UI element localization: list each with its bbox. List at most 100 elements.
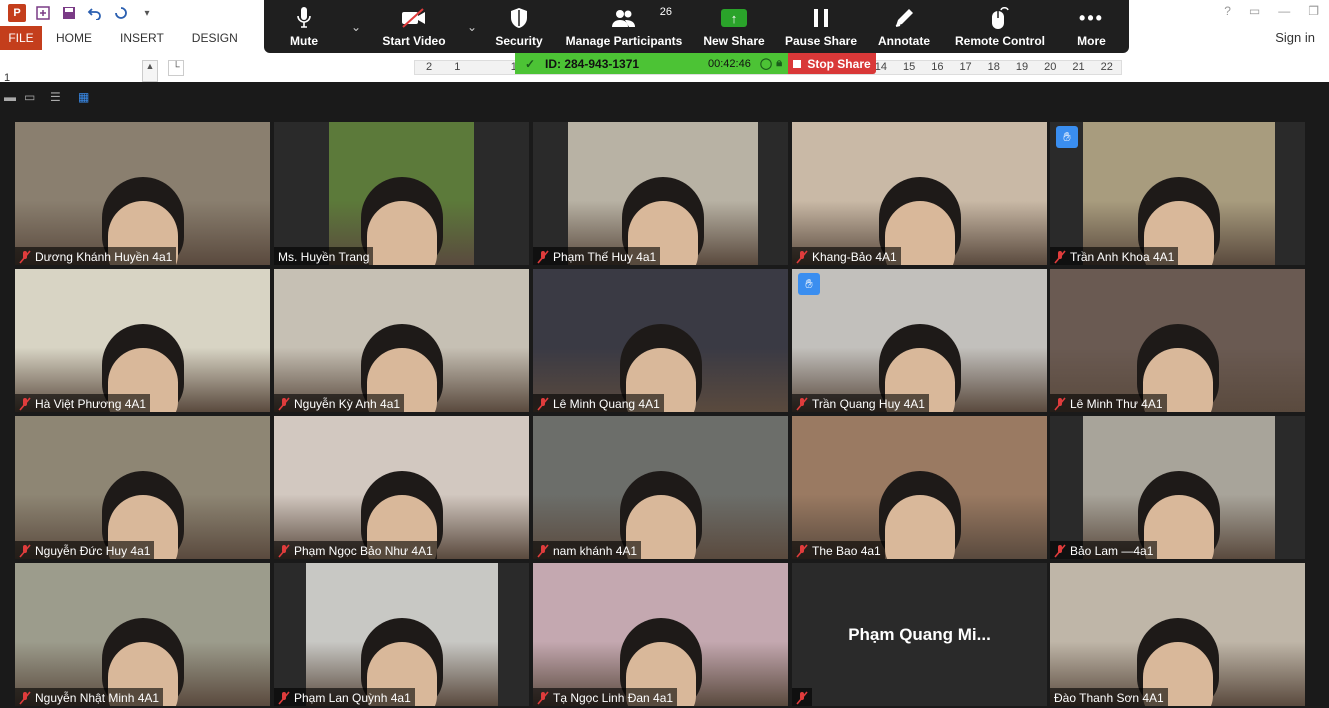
stop-share-label: Stop Share bbox=[807, 56, 871, 71]
raise-hand-icon: ✋︎ bbox=[1056, 126, 1078, 148]
chevron-down-icon[interactable]: ⌄ bbox=[344, 0, 368, 53]
more-button[interactable]: ••• More bbox=[1060, 0, 1123, 53]
participant-tile[interactable]: Dương Khánh Huyền 4a1 bbox=[15, 122, 270, 265]
ruler-mark: 21 bbox=[1072, 61, 1085, 73]
new-share-button[interactable]: ↑ New Share bbox=[694, 0, 774, 53]
participant-name: Phạm Ngọc Bảo Như 4A1 bbox=[294, 544, 433, 558]
mouse-icon bbox=[989, 5, 1011, 31]
tab-insert[interactable]: INSERT bbox=[106, 26, 178, 50]
participant-tile[interactable]: ✋︎ Trần Anh Khoa 4A1 bbox=[1050, 122, 1305, 265]
restore-icon[interactable]: ❐ bbox=[1308, 4, 1319, 18]
save-icon[interactable] bbox=[60, 4, 78, 22]
participant-video bbox=[15, 563, 270, 706]
security-button[interactable]: Security bbox=[484, 0, 554, 53]
participant-tile[interactable]: Phạm Lan Quỳnh 4a1 bbox=[274, 563, 529, 706]
mute-button[interactable]: Mute bbox=[264, 0, 344, 53]
start-video-button[interactable]: Start Video bbox=[368, 0, 460, 53]
participant-video bbox=[533, 416, 788, 559]
ruler-mark: 2 bbox=[426, 61, 433, 73]
mic-off-icon bbox=[796, 544, 808, 558]
participant-video bbox=[568, 122, 758, 265]
participant-video bbox=[274, 416, 529, 559]
mic-off-icon bbox=[796, 397, 808, 411]
speaker-view-icon[interactable]: ▭ bbox=[24, 90, 35, 104]
security-label: Security bbox=[495, 34, 543, 48]
sign-in-link[interactable]: Sign in bbox=[1275, 30, 1315, 45]
redo-icon[interactable] bbox=[112, 4, 130, 22]
scroll-up-icon[interactable]: ▲ bbox=[142, 60, 158, 82]
participant-name-tag: Hà Việt Phương 4A1 bbox=[15, 394, 151, 412]
participant-name: Nguyễn Đức Huy 4a1 bbox=[35, 544, 151, 558]
share-arrow-icon: ↑ bbox=[721, 9, 747, 27]
participant-name-tag: Đào Thanh Sơn 4A1 bbox=[1050, 688, 1168, 706]
mic-off-icon bbox=[537, 691, 549, 705]
participant-tile[interactable]: Lê Minh Quang 4A1 bbox=[533, 269, 788, 412]
participant-name: Trần Anh Khoa 4A1 bbox=[1070, 250, 1175, 264]
stop-share-button[interactable]: Stop Share bbox=[788, 53, 876, 74]
pencil-icon bbox=[893, 5, 915, 31]
chevron-down-icon[interactable]: ⌄ bbox=[460, 0, 484, 53]
participant-tile[interactable]: Bảo Lam —4a1 bbox=[1050, 416, 1305, 559]
participant-tile[interactable]: Phạm Thế Huy 4a1 bbox=[533, 122, 788, 265]
customize-qat-icon[interactable]: ▾ bbox=[138, 4, 156, 22]
participant-tile[interactable]: Phạm Ngọc Bảo Như 4A1 bbox=[274, 416, 529, 559]
participant-tile[interactable]: Nguyễn Nhật Minh 4A1 bbox=[15, 563, 270, 706]
participant-tile[interactable]: Khang-Bảo 4A1 bbox=[792, 122, 1047, 265]
pause-share-button[interactable]: Pause Share bbox=[774, 0, 868, 53]
ribbon-tabs: FILE HOME INSERT DESIGN bbox=[0, 26, 252, 50]
annotate-button[interactable]: Annotate bbox=[868, 0, 940, 53]
mic-off-icon bbox=[1054, 250, 1066, 264]
strip-view-icon[interactable]: ☰ bbox=[50, 90, 61, 104]
participant-name: Hà Việt Phương 4A1 bbox=[35, 397, 147, 411]
manage-participants-button[interactable]: 26 Manage Participants bbox=[554, 0, 694, 53]
participant-tile[interactable]: Lê Minh Thư 4A1 bbox=[1050, 269, 1305, 412]
tab-home[interactable]: HOME bbox=[42, 26, 106, 50]
participant-tile[interactable]: Đào Thanh Sơn 4A1 bbox=[1050, 563, 1305, 706]
participant-tile[interactable]: Phạm Quang Mi... bbox=[792, 563, 1047, 706]
participant-name-tag: Lê Minh Thư 4A1 bbox=[1050, 394, 1167, 412]
participant-tile[interactable]: Nguyễn Kỳ Anh 4a1 bbox=[274, 269, 529, 412]
participant-tile[interactable]: Nguyễn Đức Huy 4a1 bbox=[15, 416, 270, 559]
participant-video bbox=[329, 122, 474, 265]
participant-name: Tạ Ngọc Linh Đan 4a1 bbox=[553, 691, 674, 705]
participant-name: Dương Khánh Huyền 4a1 bbox=[35, 250, 173, 264]
start-video-label: Start Video bbox=[382, 34, 446, 48]
ruler-mark: 22 bbox=[1100, 61, 1113, 73]
ruler-mark: 16 bbox=[931, 61, 944, 73]
minimize-icon[interactable]: — bbox=[1278, 4, 1290, 18]
ribbon-display-icon[interactable]: ▭ bbox=[1249, 4, 1260, 18]
participant-video bbox=[306, 563, 498, 706]
new-slide-icon[interactable] bbox=[34, 4, 52, 22]
zoom-share-toolbar: Mute ⌄ Start Video ⌄ Security 26 Manage … bbox=[264, 0, 1129, 53]
tab-stop-icon[interactable]: └ bbox=[168, 60, 184, 76]
participant-tile[interactable]: Hà Việt Phương 4A1 bbox=[15, 269, 270, 412]
participant-tile[interactable]: The Bao 4a1 bbox=[792, 416, 1047, 559]
participant-count: 26 bbox=[659, 6, 672, 18]
gallery-view-icon[interactable]: ▦ bbox=[78, 90, 89, 104]
tab-design[interactable]: DESIGN bbox=[178, 26, 252, 50]
shield-icon bbox=[509, 5, 529, 31]
help-icon[interactable]: ? bbox=[1224, 4, 1231, 18]
participant-name: Phạm Thế Huy 4a1 bbox=[553, 250, 657, 264]
participant-name: Lê Minh Thư 4A1 bbox=[1070, 397, 1163, 411]
elapsed-time: 00:42:46 bbox=[708, 57, 751, 70]
remote-control-button[interactable]: Remote Control bbox=[940, 0, 1060, 53]
mic-off-icon bbox=[537, 397, 549, 411]
meeting-info-bar[interactable]: ✓ ID: 284-943-1371 00:42:46 ◯ 🔒︎ bbox=[515, 53, 788, 74]
participant-tile[interactable]: nam khánh 4A1 bbox=[533, 416, 788, 559]
participant-name: Phạm Lan Quỳnh 4a1 bbox=[294, 691, 411, 705]
tab-file[interactable]: FILE bbox=[0, 26, 42, 50]
participant-video bbox=[533, 563, 788, 706]
minimize-view-icon[interactable]: ▬ bbox=[4, 90, 16, 104]
mic-off-icon bbox=[278, 691, 290, 705]
participant-tile[interactable]: Ms. Huyền Trang bbox=[274, 122, 529, 265]
participant-name: Khang-Bảo 4A1 bbox=[812, 250, 897, 264]
participant-name: Nguyễn Nhật Minh 4A1 bbox=[35, 691, 160, 705]
mic-off-icon bbox=[796, 250, 808, 264]
participant-tile[interactable]: Tạ Ngọc Linh Đan 4a1 bbox=[533, 563, 788, 706]
pause-icon bbox=[812, 5, 830, 31]
lock-icon: 🔒︎ bbox=[776, 57, 783, 69]
ruler-mark: 17 bbox=[959, 61, 972, 73]
participant-tile[interactable]: ✋︎ Trần Quang Huy 4A1 bbox=[792, 269, 1047, 412]
undo-icon[interactable] bbox=[86, 4, 104, 22]
